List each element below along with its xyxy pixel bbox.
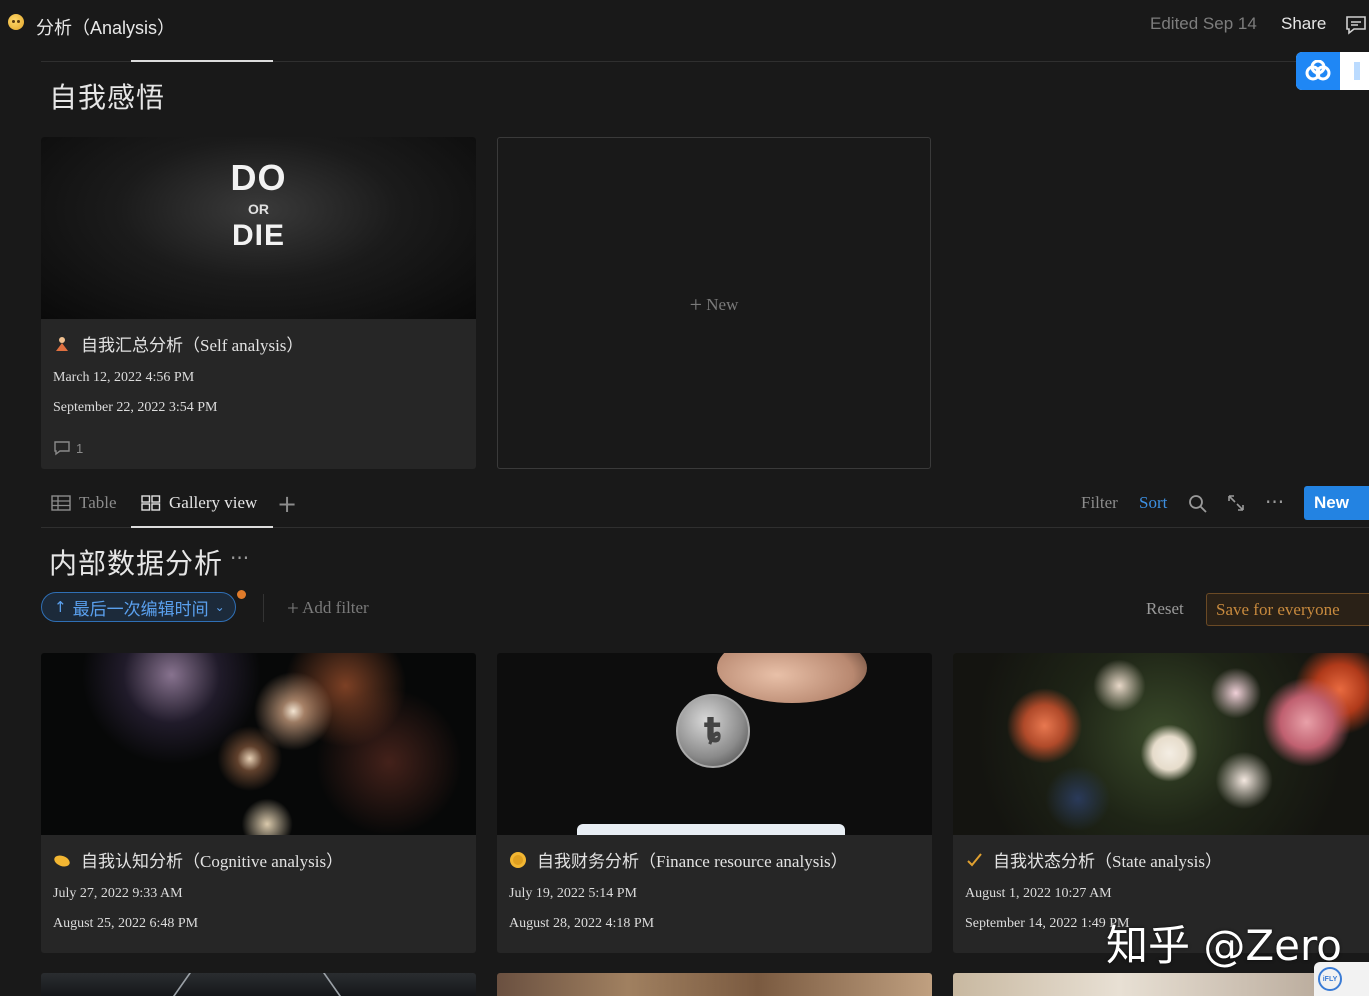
plus-icon: + [689,292,703,317]
card-edited-date: September 22, 2022 3:54 PM [53,400,218,415]
comment-count: 1 [76,440,84,456]
add-filter-button[interactable]: + Add filter [287,596,369,621]
card-title-row: 自我认知分析（Cognitive analysis） [53,847,343,872]
tab-gallery-label: Gallery view [169,493,258,512]
card-title-row: 自我汇总分析（Self analysis） [53,331,303,356]
sort-button[interactable]: Sort [1139,493,1167,513]
card-title: 自我汇总分析（Self analysis） [81,336,304,355]
divider [263,594,264,622]
card-edited-date: August 25, 2022 6:48 PM [53,916,199,931]
sort-chip-label: 最后一次编辑时间 [72,599,209,619]
reset-button[interactable]: Reset [1146,599,1184,619]
sort-chip[interactable]: ↑ 最后一次编辑时间 ⌄ [41,592,236,622]
ifly-badge[interactable]: iFLY [1314,962,1369,996]
card-title: 自我状态分析（State analysis） [993,852,1223,871]
card-cover-image: ȶ [497,653,932,835]
gallery-card-partial[interactable] [41,973,476,996]
card-cover-image [953,653,1369,835]
cover-text-do: DO [230,157,287,198]
share-button[interactable]: Share [1281,14,1326,34]
device-edge [577,824,845,835]
page-title[interactable]: 分析（Analysis） [36,14,175,40]
page-emoji-icon [8,14,24,30]
hand-shape [717,653,867,703]
gallery-card[interactable]: ȶ 自我财务分析（Finance resource analysis） July… [497,653,932,953]
card-title: 自我财务分析（Finance resource analysis） [537,852,848,871]
active-tab-underline [131,526,273,528]
more-options-icon[interactable]: ··· [1265,490,1284,514]
ifly-logo-icon: iFLY [1318,967,1342,991]
add-filter-label: Add filter [302,598,369,617]
card-title-row: 自我财务分析（Finance resource analysis） [509,847,848,872]
pill-icon [53,851,71,869]
search-icon[interactable] [1188,494,1208,514]
widget-handle [1354,62,1360,80]
card-title-row: 自我状态分析（State analysis） [965,847,1222,872]
gallery-card[interactable]: 自我认知分析（Cognitive analysis） July 27, 2022… [41,653,476,953]
new-button-label: New [1314,493,1349,512]
save-label: Save for everyone [1216,599,1340,619]
gallery-card-partial[interactable] [953,973,1369,996]
card-cover-image [41,653,476,835]
card-comment-count: 1 [53,440,83,456]
comment-icon [54,441,70,456]
cover-text-or: OR [248,201,269,217]
card-cover-image: DO OR DIE [41,137,476,319]
sort-indicator-dot [237,590,246,599]
check-icon [965,851,983,869]
comments-icon[interactable] [1344,13,1368,37]
card-created-date: July 19, 2022 5:14 PM [509,886,637,901]
edited-timestamp: Edited Sep 14 [1150,14,1257,33]
card-edited-date: August 28, 2022 4:18 PM [509,916,655,931]
cloud-icon [1296,52,1340,90]
arrow-up-icon: ↑ [54,598,67,616]
add-view-icon[interactable]: + [277,490,297,518]
section-title: 自我感悟 [49,83,166,114]
expand-icon[interactable] [1227,494,1245,512]
database-title[interactable]: 内部数据分析 [49,542,223,582]
card-created-date: March 12, 2022 4:56 PM [53,370,195,385]
gallery-card[interactable]: DO OR DIE 自我汇总分析（Self analysis） March 12… [41,137,476,469]
card-title: 自我认知分析（Cognitive analysis） [81,852,344,871]
tab-gallery-view[interactable]: Gallery view [141,493,257,513]
cover-text-die: DIE [231,219,285,252]
gallery-card-partial[interactable] [497,973,932,996]
card-created-date: July 27, 2022 9:33 AM [53,886,183,901]
gallery-icon [141,495,161,511]
coin-shape: ȶ [676,694,750,768]
gallery-card[interactable]: 自我状态分析（State analysis） August 1, 2022 10… [953,653,1369,953]
new-card-text: New [706,295,739,314]
database-more-icon[interactable]: ··· [230,546,249,570]
active-tab-underline [131,60,273,62]
table-icon [51,495,71,511]
card-created-date: August 1, 2022 10:27 AM [965,886,1112,901]
new-card-label: + New [498,292,930,318]
tab-table[interactable]: Table [51,493,117,513]
plus-icon: + [287,596,299,620]
top-bar: 分析（Analysis） Edited Sep 14 Share [0,0,1369,52]
new-card-button[interactable]: + New [497,137,931,469]
chevron-down-icon: ⌄ [214,600,225,614]
coin-icon [509,851,527,869]
new-button[interactable]: New [1304,486,1369,520]
filter-button[interactable]: Filter [1081,493,1118,513]
cloud-widget[interactable] [1296,52,1369,90]
tab-table-label: Table [79,493,117,512]
card-edited-date: September 14, 2022 1:49 PM [965,916,1130,931]
meditation-icon [53,335,71,353]
save-for-everyone-button[interactable]: Save for everyone [1206,593,1369,626]
watermark-text: 知乎 @Zero [1106,921,1343,970]
